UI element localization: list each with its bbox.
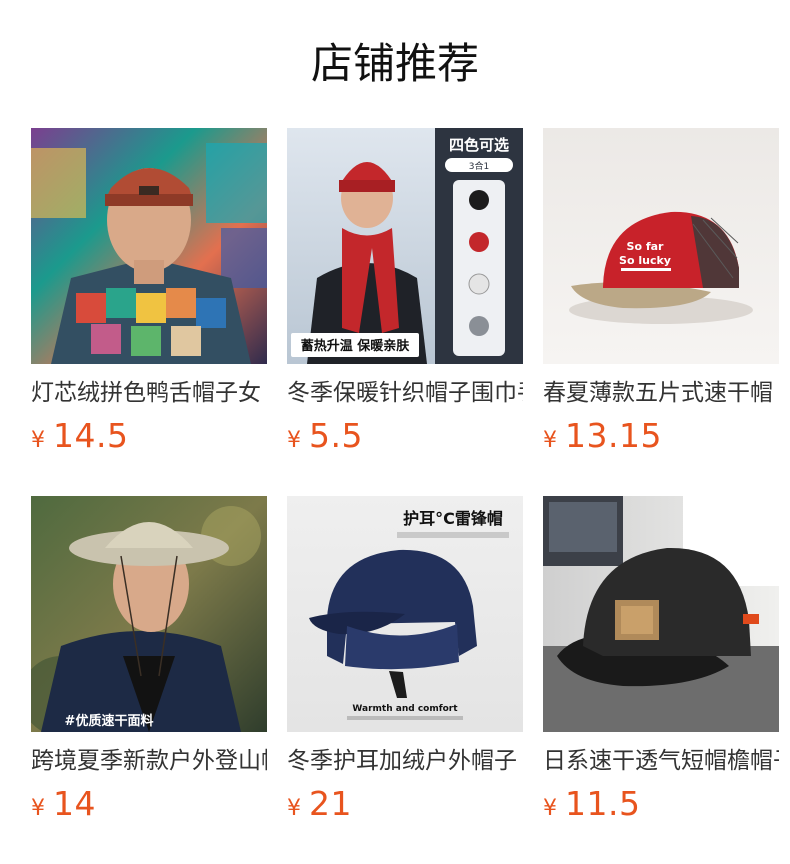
product-card[interactable]: #优质速干面料 跨境夏季新款户外登山帽 ¥14 <box>31 496 267 826</box>
short-brim-cap-photo <box>543 496 779 732</box>
product-price: ¥11.5 <box>543 782 640 826</box>
image-text: 蓄热升温 保暖亲肤 <box>301 338 411 354</box>
five-panel-cap-photo: So far So lucky <box>543 128 779 364</box>
section-title: 店铺推荐 <box>310 39 479 88</box>
price-amount: 14.5 <box>53 416 129 455</box>
product-price: ¥21 <box>287 782 352 826</box>
image-text: 3合1 <box>469 160 489 172</box>
currency-symbol: ¥ <box>31 428 45 453</box>
product-price: ¥14.5 <box>31 414 128 458</box>
product-name[interactable]: 灯芯绒拼色鸭舌帽子女 <box>31 376 267 410</box>
product-card[interactable]: 灯芯绒拼色鸭舌帽子女 ¥14.5 <box>31 128 267 458</box>
product-name[interactable]: 日系速干透气短帽檐帽子 <box>543 744 779 778</box>
product-image[interactable]: So far So lucky <box>543 128 779 364</box>
image-text: 四色可选 <box>449 136 509 154</box>
product-card[interactable]: So far So lucky 春夏薄款五片式速干帽 ¥13.15 <box>543 128 779 458</box>
price-amount: 5.5 <box>309 416 363 455</box>
currency-symbol: ¥ <box>287 796 301 821</box>
image-text: Warmth and comfort <box>352 704 458 714</box>
price-amount: 11.5 <box>565 784 641 823</box>
product-name[interactable]: 跨境夏季新款户外登山帽 <box>31 744 267 778</box>
product-card[interactable]: 四色可选 3合1 蓄热升温 保暖亲肤 冬季保暖针织帽子围巾手套 ¥5.5 <box>287 128 523 458</box>
currency-symbol: ¥ <box>543 428 557 453</box>
product-image[interactable] <box>31 128 267 364</box>
product-price: ¥13.15 <box>543 414 662 458</box>
product-image[interactable]: #优质速干面料 <box>31 496 267 732</box>
price-amount: 21 <box>309 784 352 823</box>
product-image[interactable]: 护耳°C雷锋帽 Warmth and comfort <box>287 496 523 732</box>
product-name[interactable]: 春夏薄款五片式速干帽 <box>543 376 779 410</box>
product-card[interactable]: 日系速干透气短帽檐帽子 ¥11.5 <box>543 496 779 826</box>
product-image[interactable] <box>543 496 779 732</box>
image-text: #优质速干面料 <box>65 713 154 729</box>
image-text: So far <box>627 240 665 253</box>
earflap-cap-photo: 护耳°C雷锋帽 Warmth and comfort <box>287 496 523 732</box>
currency-symbol: ¥ <box>287 428 301 453</box>
product-image[interactable]: 四色可选 3合1 蓄热升温 保暖亲肤 <box>287 128 523 364</box>
product-price: ¥5.5 <box>287 414 363 458</box>
bucket-hat-photo: #优质速干面料 <box>31 496 267 732</box>
image-text: So lucky <box>619 254 671 267</box>
corduroy-cap-photo <box>31 128 267 364</box>
price-amount: 14 <box>53 784 96 823</box>
currency-symbol: ¥ <box>543 796 557 821</box>
product-card[interactable]: 护耳°C雷锋帽 Warmth and comfort 冬季护耳加绒户外帽子 ¥2… <box>287 496 523 826</box>
product-name[interactable]: 冬季护耳加绒户外帽子 <box>287 744 523 778</box>
image-text: 护耳°C雷锋帽 <box>403 509 503 528</box>
product-price: ¥14 <box>31 782 96 826</box>
product-name[interactable]: 冬季保暖针织帽子围巾手套 <box>287 376 523 410</box>
price-amount: 13.15 <box>565 416 662 455</box>
knit-hat-scarf-set-photo: 四色可选 3合1 蓄热升温 保暖亲肤 <box>287 128 523 364</box>
currency-symbol: ¥ <box>31 796 45 821</box>
store-recommendations-page: 店铺推荐 灯芯绒拼色鸭舌帽子女 ¥ 14.5 四色可选 3合1 蓄热升温 保暖亲… <box>0 0 790 864</box>
